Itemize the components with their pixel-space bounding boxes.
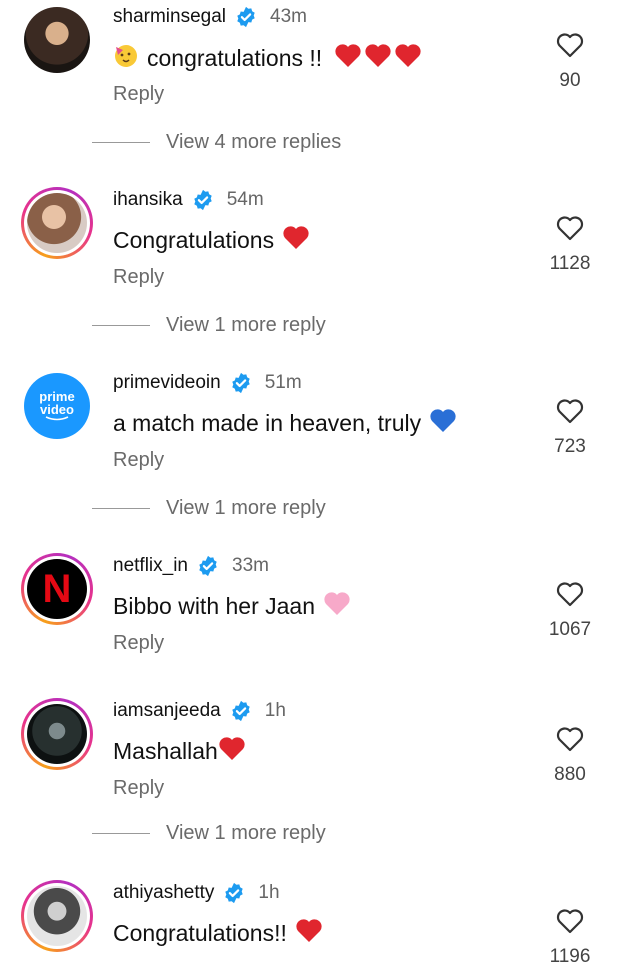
username[interactable]: athiyashetty (113, 882, 214, 904)
comment-text-body: Congratulations!! (113, 920, 287, 946)
timestamp: 54m (226, 189, 264, 210)
like-count: 90 (559, 70, 581, 91)
pink-heart-icon (323, 591, 351, 622)
red-heart-icon (218, 736, 246, 767)
avatar[interactable] (21, 4, 93, 76)
username[interactable]: ihansika (113, 189, 183, 211)
divider-line (92, 142, 150, 143)
comment-text: congratulations !! (113, 42, 422, 74)
red-heart-icon (282, 225, 310, 256)
username[interactable]: sharminsegal (113, 6, 226, 28)
verified-icon (232, 700, 250, 722)
smile-arrow-icon (45, 416, 69, 421)
netflix-logo: N (27, 559, 87, 619)
verified-icon (237, 6, 255, 28)
divider-line (92, 325, 150, 326)
comment-text: Congratulations (113, 225, 310, 256)
view-more-label[interactable]: View 4 more replies (166, 131, 341, 154)
timestamp: 51m (264, 372, 302, 393)
comment-text-body: Congratulations (113, 227, 275, 253)
avatar[interactable]: N (21, 553, 93, 625)
like-group: 1128 (540, 214, 600, 275)
divider-line (92, 508, 150, 509)
avatar[interactable] (21, 698, 93, 770)
reply-button[interactable]: Reply (113, 83, 164, 106)
like-group: 1067 (540, 580, 600, 641)
username[interactable]: primevideoin (113, 372, 221, 394)
heart-outline-icon[interactable] (555, 725, 585, 753)
logo-text: N (42, 566, 72, 611)
comment-text-body: Mashallah (113, 738, 218, 764)
blue-heart-icon (429, 408, 457, 439)
view-more-label[interactable]: View 1 more reply (166, 497, 326, 520)
like-group: 723 (540, 397, 600, 458)
view-more-replies[interactable]: View 4 more replies (92, 131, 341, 154)
username[interactable]: netflix_in (113, 555, 188, 577)
logo-text: video (40, 402, 74, 417)
divider-line (92, 833, 150, 834)
prime-video-logo: prime video (24, 373, 90, 439)
verified-icon (225, 882, 244, 904)
view-more-label[interactable]: View 1 more reply (166, 314, 326, 337)
reply-button[interactable]: Reply (113, 449, 164, 472)
comment-text-body: congratulations !! (147, 44, 323, 71)
verified-icon (194, 189, 212, 211)
comment-text-body: a match made in heaven, truly (113, 410, 422, 436)
timestamp: 1h (264, 700, 286, 721)
comment-text: a match made in heaven, truly (113, 408, 457, 439)
username[interactable]: iamsanjeeda (113, 700, 221, 722)
reply-button[interactable]: Reply (113, 266, 164, 289)
comment-text-body: Bibbo with her Jaan (113, 593, 316, 619)
view-more-replies[interactable]: View 1 more reply (92, 497, 326, 520)
timestamp: 1h (258, 882, 280, 903)
timestamp: 43m (270, 6, 307, 27)
view-more-replies[interactable]: View 1 more reply (92, 314, 326, 337)
view-more-label[interactable]: View 1 more reply (166, 822, 326, 845)
reply-button[interactable]: Reply (113, 777, 164, 800)
verified-icon (232, 372, 250, 394)
verified-icon (199, 555, 217, 577)
timestamp: 33m (232, 555, 269, 576)
heart-outline-icon[interactable] (555, 214, 585, 242)
comment-text: Mashallah (113, 736, 246, 767)
heart-outline-icon[interactable] (555, 580, 585, 608)
like-count: 723 (554, 436, 586, 457)
red-heart-icon (334, 43, 362, 74)
like-count: 1067 (548, 619, 592, 640)
party-face-icon (113, 42, 139, 74)
avatar[interactable] (21, 880, 93, 952)
like-group: 880 (540, 725, 600, 786)
heart-outline-icon[interactable] (555, 907, 585, 935)
red-heart-icon (364, 43, 392, 74)
red-heart-icon (394, 43, 422, 74)
comment-text: Bibbo with her Jaan (113, 591, 351, 622)
like-group: 90 (540, 31, 600, 92)
like-count: 1196 (549, 946, 591, 967)
avatar[interactable] (21, 187, 93, 259)
like-count: 880 (554, 764, 586, 785)
avatar[interactable]: prime video (21, 370, 93, 442)
heart-outline-icon[interactable] (555, 397, 585, 425)
reply-button[interactable]: Reply (113, 632, 164, 655)
view-more-replies[interactable]: View 1 more reply (92, 822, 326, 845)
comment-text: Congratulations!! (113, 918, 323, 949)
heart-outline-icon[interactable] (555, 31, 585, 59)
like-count: 1128 (549, 253, 591, 274)
red-heart-icon (295, 918, 323, 949)
